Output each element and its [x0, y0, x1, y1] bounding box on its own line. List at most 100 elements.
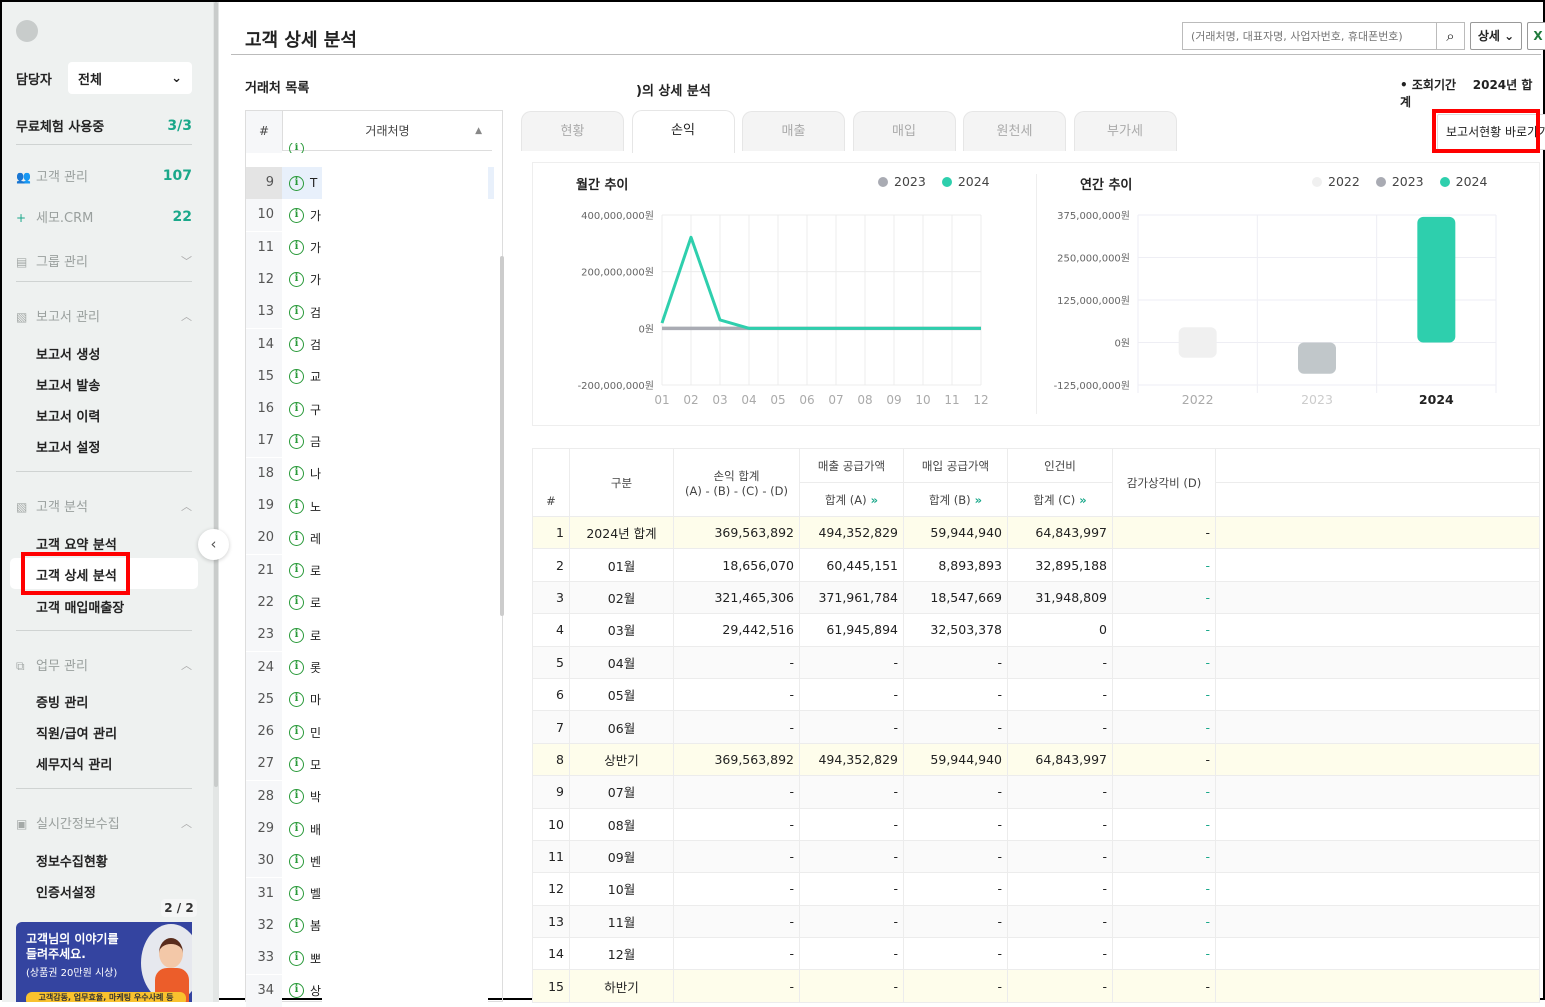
sidebar-item-tax-knowledge[interactable]: 세무지식 관리 — [36, 754, 112, 773]
client-name: 노 — [310, 498, 321, 515]
client-name: 검 — [310, 304, 321, 321]
sidebar-item-customer-mgmt[interactable]: 👥고객 관리107 — [16, 166, 192, 185]
collapse-sidebar-button[interactable]: ‹ — [198, 529, 229, 560]
sidebar: 담당자 전체⌄ 무료체험 사용중3/3 👥고객 관리107 +세모.CRM22 … — [2, 2, 213, 1002]
tab-2[interactable]: 매출 — [742, 111, 845, 151]
cell-value: 0 — [1008, 614, 1113, 646]
excel-icon[interactable]: X — [1527, 22, 1545, 50]
bar-2022 — [1179, 327, 1217, 358]
info-icon[interactable]: i — [289, 822, 304, 837]
legend-2023[interactable]: 2023 — [894, 174, 926, 189]
sidebar-item-payroll[interactable]: 직원/급여 관리 — [36, 723, 117, 742]
col-sales: 매출 공급가액 — [800, 449, 904, 483]
sidebar-group-analysis[interactable]: ▧고객 분석︿ — [16, 496, 192, 515]
info-icon[interactable]: i — [289, 854, 304, 869]
info-icon[interactable]: i — [289, 337, 304, 352]
manager-select[interactable]: 전체⌄ — [68, 62, 192, 94]
sidebar-group-report[interactable]: ▧보고서 관리︿ — [16, 306, 192, 325]
search-input[interactable] — [1183, 23, 1436, 49]
info-icon[interactable]: i — [289, 757, 304, 772]
info-icon[interactable]: i — [289, 789, 304, 804]
row-number: 14 — [246, 329, 282, 361]
info-icon[interactable]: i — [289, 143, 304, 153]
expand-icon[interactable]: » — [1079, 493, 1086, 507]
info-icon[interactable]: i — [289, 531, 304, 546]
client-list: # 거래처명▲ i9iT10i가11i가12i가13i검14i검15i교16i구… — [245, 110, 503, 1002]
info-icon[interactable]: i — [289, 595, 304, 610]
expand-icon[interactable]: » — [871, 493, 878, 507]
sidebar-item-semo-crm[interactable]: +세모.CRM22 — [16, 207, 192, 226]
cell-empty — [1216, 970, 1540, 1002]
tab-1[interactable]: 손익 — [632, 110, 735, 153]
sidebar-scrollbar[interactable] — [213, 2, 219, 1002]
search-icon[interactable]: ⌕ — [1436, 23, 1464, 49]
cell-value: - — [674, 776, 800, 808]
user-avatar-icon[interactable] — [16, 20, 38, 42]
detail-dropdown-button[interactable]: 상세 ⌄ — [1470, 22, 1522, 50]
info-icon[interactable]: i — [289, 563, 304, 578]
sales-total-header[interactable]: 합계 (A)» — [800, 483, 904, 517]
info-icon[interactable]: i — [289, 692, 304, 707]
info-icon[interactable]: i — [289, 402, 304, 417]
sidebar-group-realtime[interactable]: ▣실시간정보수집︿ — [16, 813, 192, 832]
sidebar-item-ledger[interactable]: 고객 매입매출장 — [36, 597, 124, 616]
client-name: 로 — [310, 562, 321, 579]
sidebar-group-work[interactable]: ⧉업무 관리︿ — [16, 655, 192, 674]
info-icon[interactable]: i — [289, 369, 304, 384]
table-row: 605월----- — [533, 678, 1540, 710]
feedback-banner[interactable]: 고객님의 이야기를들려주세요.(상품권 20만원 시상) 고객감동, 업무효율,… — [16, 922, 192, 1002]
info-icon[interactable]: i — [289, 918, 304, 933]
info-icon[interactable]: i — [289, 272, 304, 287]
cell-value: - — [800, 808, 904, 840]
detail-title: )의 상세 분석 — [636, 80, 711, 99]
info-icon[interactable]: i — [289, 240, 304, 255]
legend-2022[interactable]: 2022 — [1328, 174, 1360, 189]
tab-4[interactable]: 원천세 — [963, 111, 1066, 151]
y-tick-label: -125,000,000원 — [1054, 380, 1130, 392]
cell-value: - — [1008, 905, 1113, 937]
row-number: 32 — [246, 910, 282, 942]
sidebar-item-certificate[interactable]: 인증서설정 — [36, 882, 96, 901]
sidebar-item-group-mgmt[interactable]: ▤그룹 관리﹀ — [16, 251, 192, 270]
info-icon[interactable]: i — [289, 499, 304, 514]
info-icon[interactable]: i — [289, 725, 304, 740]
cell-value: 494,352,829 — [800, 743, 904, 775]
tab-5[interactable]: 부가세 — [1074, 111, 1177, 151]
legend-2023[interactable]: 2023 — [1392, 174, 1424, 189]
sidebar-item-report-history[interactable]: 보고서 이력 — [36, 406, 100, 425]
period-label: 조회기간 — [1412, 78, 1456, 92]
legend-2024[interactable]: 2024 — [958, 174, 990, 189]
purchase-total-header[interactable]: 합계 (B)» — [904, 483, 1008, 517]
legend-2024[interactable]: 2024 — [1456, 174, 1488, 189]
cell-value: - — [800, 711, 904, 743]
info-icon[interactable]: i — [289, 434, 304, 449]
info-icon[interactable]: i — [289, 951, 304, 966]
sidebar-item-summary-analysis[interactable]: 고객 요약 분석 — [36, 534, 117, 553]
info-icon[interactable]: i — [289, 983, 304, 998]
analysis-icon: ▧ — [16, 500, 32, 514]
y-tick-label: 400,000,000원 — [581, 210, 654, 222]
cell-value: - — [674, 938, 800, 970]
sidebar-item-report-create[interactable]: 보고서 생성 — [36, 344, 100, 363]
tab-0[interactable]: 현황 — [521, 111, 624, 151]
cell-depreciation: - — [1113, 549, 1216, 581]
sidebar-item-collection-status[interactable]: 정보수집현황 — [36, 851, 108, 870]
expand-icon[interactable]: » — [975, 493, 982, 507]
sidebar-item-report-send[interactable]: 보고서 발송 — [36, 375, 100, 394]
tab-3[interactable]: 매입 — [853, 111, 956, 151]
sidebar-item-evidence[interactable]: 증빙 관리 — [36, 692, 88, 711]
list-scrollbar[interactable] — [500, 256, 504, 616]
info-icon[interactable]: i — [289, 660, 304, 675]
info-icon[interactable]: i — [289, 628, 304, 643]
info-icon[interactable]: i — [289, 176, 304, 191]
labor-total-header[interactable]: 합계 (C)» — [1008, 483, 1113, 517]
monthly-legend: 2023 2024 — [862, 174, 990, 189]
row-number: 21 — [246, 555, 282, 587]
sidebar-item-report-settings[interactable]: 보고서 설정 — [36, 437, 100, 456]
cell-category: 12월 — [570, 938, 674, 970]
info-icon[interactable]: i — [289, 305, 304, 320]
info-icon[interactable]: i — [289, 208, 304, 223]
info-icon[interactable]: i — [289, 886, 304, 901]
cell-value: 18,656,070 — [674, 549, 800, 581]
info-icon[interactable]: i — [289, 466, 304, 481]
